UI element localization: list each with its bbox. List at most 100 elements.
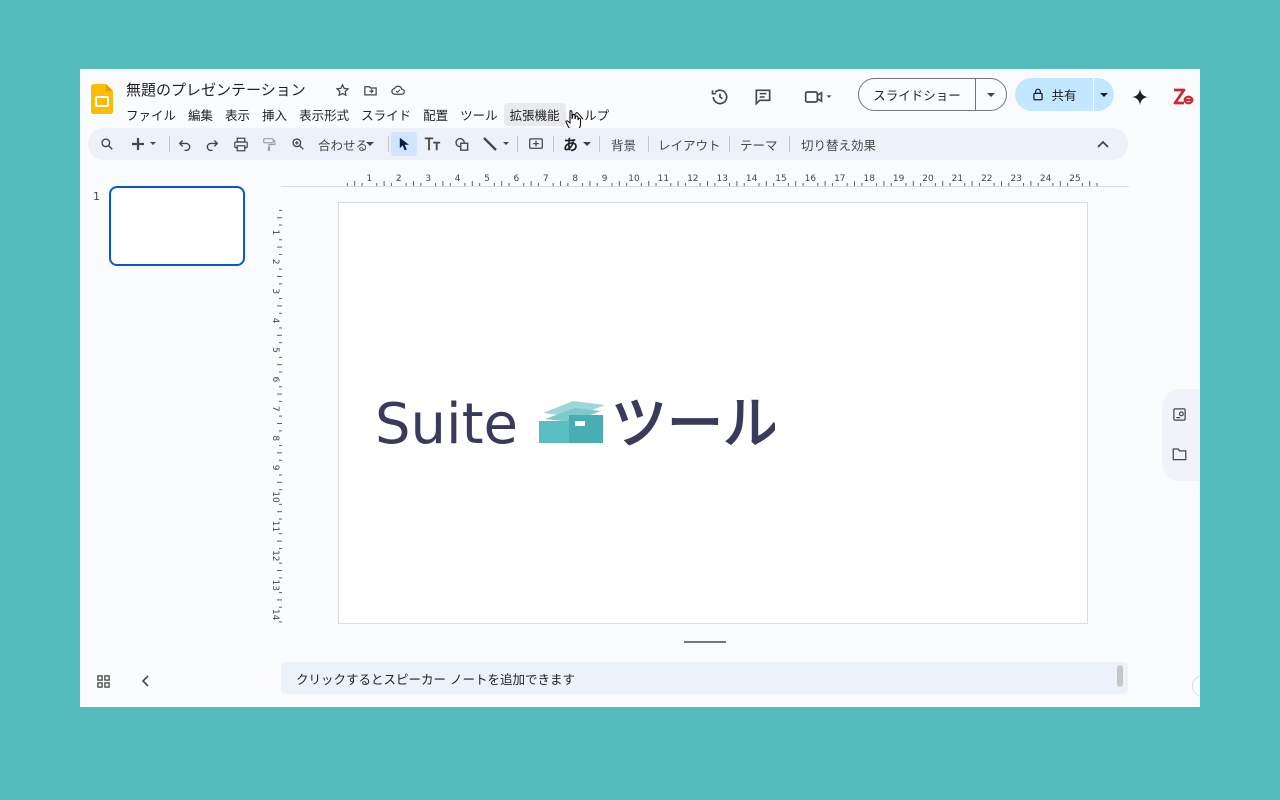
- menu-edit[interactable]: 編集: [182, 103, 219, 126]
- ruler-label: 8: [270, 435, 280, 441]
- ruler-label: 13: [716, 174, 727, 184]
- ruler-label: 1: [270, 230, 280, 236]
- line-tool-button[interactable]: [483, 128, 511, 160]
- move-folder-icon[interactable]: [361, 81, 379, 99]
- ruler-label: 17: [834, 174, 845, 184]
- theme-button[interactable]: テーマ: [740, 128, 778, 160]
- ruler-label: 1: [367, 174, 373, 184]
- menu-slide[interactable]: スライド: [355, 103, 417, 126]
- slide-thumbnail[interactable]: [109, 186, 245, 266]
- document-title[interactable]: 無題のプレゼンテーション: [126, 79, 306, 100]
- ruler-label: 5: [484, 174, 490, 184]
- ruler-divider: [281, 186, 1129, 187]
- share-label: 共有: [1051, 88, 1077, 103]
- ruler-label: 9: [270, 465, 280, 471]
- transition-button[interactable]: 切り替え効果: [801, 128, 876, 160]
- ruler-label: 11: [658, 174, 669, 184]
- folder-icon[interactable]: [1172, 446, 1187, 465]
- zoom-select[interactable]: 合わせる: [318, 128, 374, 160]
- explore-button[interactable]: [1192, 675, 1200, 697]
- menu-tools[interactable]: ツール: [454, 103, 504, 126]
- ruler-label: 14: [270, 609, 280, 621]
- slides-app-icon[interactable]: [91, 84, 113, 114]
- zoom-icon[interactable]: [291, 128, 305, 160]
- share-dropdown[interactable]: [1094, 78, 1114, 111]
- collapse-toolbar-icon[interactable]: [1097, 128, 1109, 160]
- background-button[interactable]: 背景: [611, 128, 636, 160]
- menu-insert[interactable]: 挿入: [256, 103, 293, 126]
- toolbar: 合わせる あ 背景 レイアウト テーマ 切り替え効果: [88, 128, 1128, 160]
- ruler-label: 12: [687, 174, 698, 184]
- text-box-icon[interactable]: [424, 128, 441, 160]
- horizontal-ruler[interactable]: 1 2 3 4 5 6 7 8 9 10 11 12 13 14 15 16 17 18 19 20 21 22 23 24 2…: [340, 170, 1130, 186]
- add-comment-icon[interactable]: [528, 128, 544, 160]
- ruler-label: 13: [270, 579, 280, 590]
- speaker-notes[interactable]: クリックするとスピーカー ノートを追加できます: [281, 662, 1128, 694]
- print-icon[interactable]: [233, 128, 249, 160]
- ruler-label: 6: [514, 174, 520, 184]
- meet-video-icon[interactable]: [801, 86, 837, 108]
- slide-canvas[interactable]: Suite ツール: [338, 202, 1088, 624]
- chevron-down-icon: [583, 141, 592, 146]
- paint-format-icon[interactable]: [262, 128, 276, 160]
- keep-notes-icon[interactable]: [1172, 407, 1187, 426]
- ruler-label: 12: [270, 550, 280, 561]
- ruler-label: 20: [922, 174, 934, 184]
- search-menus-icon[interactable]: [100, 128, 114, 160]
- redo-icon[interactable]: [205, 128, 219, 160]
- chevron-down-icon: [366, 141, 374, 146]
- ruler-label: 23: [1010, 174, 1021, 184]
- ruler-label: 19: [893, 174, 905, 184]
- zotero-extension-icon[interactable]: [1170, 86, 1196, 108]
- input-tools-label: あ: [563, 135, 579, 154]
- notes-scrollbar[interactable]: [1117, 665, 1123, 687]
- notes-resize-handle[interactable]: [684, 641, 726, 643]
- zoom-value: 合わせる: [318, 137, 366, 153]
- layout-button[interactable]: レイアウト: [658, 128, 721, 160]
- collapse-filmstrip-icon[interactable]: [138, 673, 154, 689]
- slideshow-dropdown[interactable]: [975, 78, 1007, 111]
- share-button[interactable]: 共有: [1015, 78, 1093, 111]
- ruler-label: 25: [1069, 174, 1080, 184]
- title-actions: [333, 81, 407, 99]
- ruler-label: 4: [455, 174, 461, 184]
- ruler-label: 4: [270, 318, 280, 324]
- grid-view-icon[interactable]: [95, 673, 111, 689]
- ruler-label: 21: [952, 174, 963, 184]
- star-icon[interactable]: [333, 81, 351, 99]
- cursor-arrow-icon: [399, 137, 409, 151]
- ruler-label: 7: [543, 174, 549, 184]
- input-tools-button[interactable]: あ: [563, 128, 592, 160]
- ruler-label: 3: [270, 288, 280, 294]
- menu-arrange[interactable]: 配置: [417, 103, 454, 126]
- version-history-icon[interactable]: [709, 86, 731, 108]
- ruler-label: 6: [270, 377, 280, 383]
- ruler-label: 3: [425, 174, 431, 184]
- suite-tool-logo: Suite ツール: [375, 392, 775, 455]
- slide-number: 1: [93, 190, 100, 203]
- cloud-saved-icon[interactable]: [389, 81, 407, 99]
- ruler-label: 9: [602, 174, 608, 184]
- ruler-label: 16: [805, 174, 817, 184]
- side-panel: [1162, 389, 1200, 481]
- select-tool-button[interactable]: [391, 132, 417, 156]
- slides-app-window: 無題のプレゼンテーション ファイル 編集 表示 挿入 表示形式 スライド 配置 …: [80, 69, 1200, 707]
- ruler-label: 5: [270, 347, 280, 353]
- menu-file[interactable]: ファイル: [120, 103, 182, 126]
- ruler-label: 10: [628, 174, 640, 184]
- shape-icon[interactable]: [454, 128, 470, 160]
- new-slide-button[interactable]: [132, 128, 158, 160]
- ruler-label: 7: [270, 406, 280, 412]
- logo-text-latin: Suite: [375, 392, 518, 455]
- comments-icon[interactable]: [752, 86, 774, 108]
- menu-view[interactable]: 表示: [219, 103, 256, 126]
- toolbox-icon: [539, 401, 605, 443]
- vertical-ruler[interactable]: 1234567891011121314: [268, 203, 282, 623]
- ruler-label: 15: [775, 174, 786, 184]
- gemini-sparkle-icon[interactable]: [1129, 86, 1151, 108]
- menu-extensions[interactable]: 拡張機能: [503, 103, 566, 126]
- undo-icon[interactable]: [178, 128, 192, 160]
- ruler-label: 18: [863, 174, 875, 184]
- menu-format[interactable]: 表示形式: [293, 103, 355, 126]
- slideshow-button[interactable]: スライドショー: [858, 78, 976, 111]
